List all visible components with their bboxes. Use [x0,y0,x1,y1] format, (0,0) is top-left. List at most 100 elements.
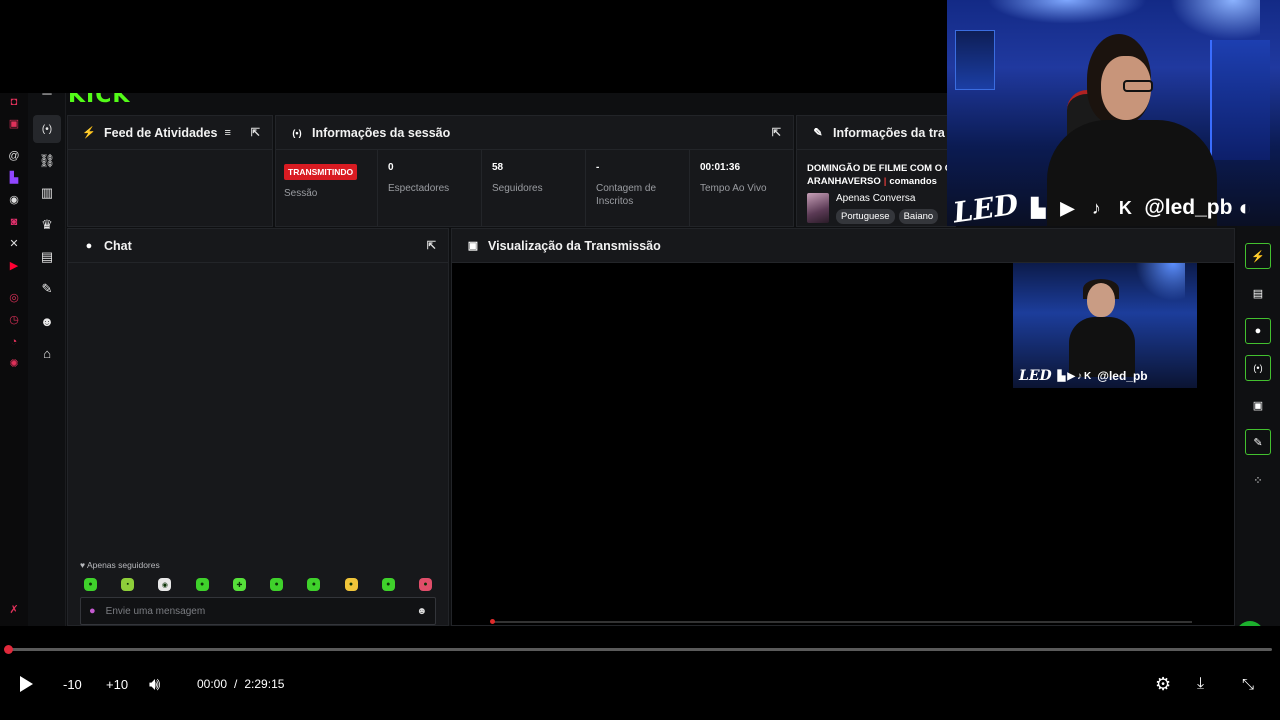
stat-viewers: 0 Espectadores [378,150,482,226]
stat-followers: 58 Seguidores [482,150,586,226]
popout-icon[interactable]: ⇱ [772,126,781,139]
social-links-strip: ◘ ▣ @ ▙ ◉ ◙ ✕ ▶ ◎ ◷ ◔ ✺ ✗ [0,93,28,626]
document-icon[interactable]: ▤ [1245,280,1271,306]
preview-face [1087,283,1115,317]
preview-handle: @led_pb [1097,369,1148,383]
stream-preview-title: Visualização da Transmissão [488,238,661,253]
clock-icon[interactable]: ◷ [7,313,21,327]
preview-streamer [1069,279,1135,377]
led-logo: LED [951,187,1021,226]
followers-only-notice: ♥ Apenas seguidores [80,560,436,570]
filter-icon[interactable]: ≡ [224,127,230,139]
stat-label: Sessão [284,188,318,199]
progress-knob[interactable] [4,645,13,654]
chat-title: Chat [104,238,132,253]
popout-icon[interactable]: ⇱ [251,126,260,139]
activity-feed-title: Feed de Atividades [104,125,218,140]
wrench-icon[interactable]: ✎ [1245,429,1271,455]
skip-back-button[interactable]: -10 [63,672,82,696]
stream-info-title: Informações da tra [833,125,945,140]
video-icon[interactable]: ▤ [33,243,61,271]
mic-icon[interactable]: ● [89,605,96,617]
youtube-icon[interactable]: ▶ [7,259,21,273]
stream-preview-video[interactable]: LED ▙▶♪K @led_pb [452,263,1234,625]
stat-label: Espectadores [388,183,450,194]
kick-small-icon[interactable]: ✗ [7,603,21,617]
chat-panel: ● Chat ⇱ ♥ Apenas seguidores ● ▪ ◉ ● ✚ ●… [67,228,449,626]
wrench-icon: ✎ [813,127,823,139]
preview-light [1125,263,1185,303]
video-icon[interactable]: ▣ [1245,392,1271,418]
stat-live-time: 00:01:36 Tempo Ao Vivo [690,150,793,226]
seek-dot[interactable] [490,619,495,624]
emote-icon[interactable]: ● [381,578,395,591]
trophy-icon[interactable]: ♛ [33,211,61,239]
analytics-icon[interactable]: ▥ [33,179,61,207]
play-icon [20,676,33,692]
emoji-icon[interactable]: ☻ [416,606,427,617]
lightning-icon: ⚡ [82,127,96,139]
activity-feed-panel: ⚡ Feed de Atividades ≡ ⇱ [67,115,273,227]
kick-logo[interactable]: KICK [68,93,130,108]
led-logo: LED [1019,368,1052,384]
emote-icon[interactable]: ✚ [232,578,246,591]
stream-title-text: ARANHAVERSO [807,176,881,187]
emote-icon[interactable]: ◉ [158,578,172,591]
session-info-panel: (•) Informações da sessão ⇱ TRANSMITINDO… [275,115,794,227]
chat-icon[interactable]: ● [1245,318,1271,344]
discord-icon[interactable]: ◉ [7,193,21,207]
volume-icon[interactable]: 🔊︎ [149,672,160,696]
instagram-icon[interactable]: ◘ [7,95,21,109]
link-icon[interactable]: ⛓ [33,147,61,175]
stat-label: Tempo Ao Vivo [700,183,767,194]
chat-message-input[interactable]: ● Envie uma mensagem ☻ [80,597,436,625]
broadcast-icon[interactable]: (•) [1245,355,1271,381]
emote-icon[interactable]: ▪ [121,578,135,591]
collapse-icon[interactable]: ⤡ [1242,672,1254,696]
popout-icon[interactable]: ⇱ [427,239,436,252]
cam-light [987,0,1147,24]
emote-icon[interactable]: ● [270,578,284,591]
lightning-icon[interactable]: ⚡ [1245,243,1271,269]
preview-overlay-bar: LED ▙▶♪K @led_pb [1013,364,1197,388]
emote-icon[interactable]: ● [84,578,97,591]
kick-icon: K [1118,197,1132,218]
download-icon[interactable]: ⤓ [1197,672,1204,696]
play-button[interactable] [20,672,38,696]
x-icon[interactable]: ✕ [7,237,21,251]
emote-icon[interactable]: ● [418,578,432,591]
wrench-icon[interactable]: ✎ [33,275,61,303]
video-progress-bar[interactable] [4,645,1272,654]
instagram-icon-2[interactable]: ◙ [7,215,21,229]
social-icons: ▙▶♪K [1057,370,1094,382]
users-icon[interactable]: ☻ [33,307,61,335]
chat-bubble-icon[interactable]: ◔ [7,335,21,349]
emote-icon[interactable]: ● [195,578,209,591]
skip-forward-button[interactable]: +10 [106,672,128,696]
stat-value: - [596,162,600,173]
broadcast-icon: (•) [292,127,302,138]
menu-icon[interactable]: ─ [33,93,61,101]
preview-seekbar[interactable] [490,619,1192,624]
bot-icon[interactable]: ⌂ [33,339,61,367]
cam-glasses [1123,80,1153,92]
broadcast-icon[interactable]: (•) [33,115,61,143]
apps-icon[interactable]: ⁘ [1245,467,1271,493]
streamer-handle: @led_pb [1144,196,1233,219]
settings-icon[interactable]: ✺ [7,357,21,371]
webcam-overlay-bar: LED ▙ ▶ ♪ K @led_pb ◐ [947,187,1280,226]
emote-icon[interactable]: ● [307,578,321,591]
stat-value: 00:01:36 [700,162,741,173]
tiktok-icon[interactable]: ◎ [7,291,21,305]
settings-gear-icon[interactable]: ⚙ [1155,672,1171,696]
emote-icon[interactable]: ● [344,578,358,591]
stream-preview-panel: ▣ Visualização da Transmissão LED ▙▶♪K @… [451,228,1235,626]
twitch-icon[interactable]: ▙ [7,171,21,185]
threads-icon[interactable]: @ [7,149,21,163]
tiktok-icon: ♪ [1091,197,1101,218]
rss-icon[interactable]: ▣ [7,117,21,131]
live-badge: TRANSMITINDO [284,164,358,180]
tag: Baiano [898,209,939,224]
chat-icon: ● [85,239,93,252]
session-info-title: Informações da sessão [312,125,451,140]
